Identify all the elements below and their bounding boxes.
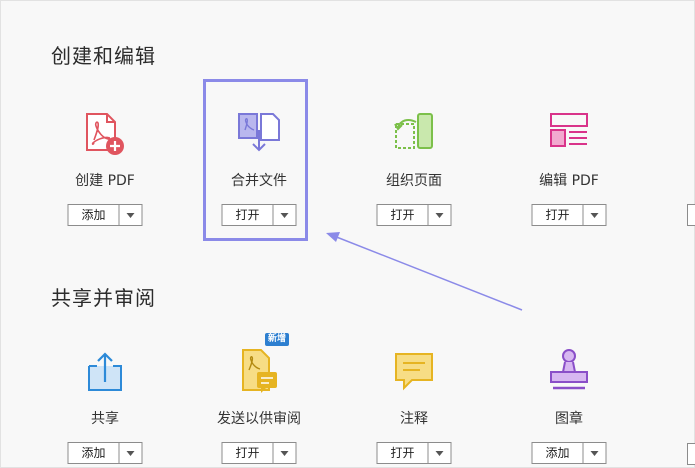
tool-label: 图章 (555, 411, 583, 427)
add-button[interactable]: 添加 (533, 443, 584, 463)
chevron-down-icon[interactable] (120, 443, 142, 463)
add-button[interactable]: 添加 (69, 443, 120, 463)
stamp-icon (545, 348, 593, 396)
chevron-down-icon[interactable] (429, 443, 451, 463)
tool-label: 共享 (91, 411, 119, 427)
tool-share[interactable]: 共享 添加 (45, 348, 165, 468)
chevron-down-icon[interactable] (274, 443, 296, 463)
comment-icon (390, 348, 438, 396)
section-title-share-review: 共享并审阅 (51, 286, 156, 310)
open-split-button[interactable]: 打开 (221, 442, 297, 464)
tool-send-for-review[interactable]: 新增 发送以供审阅 打开 (199, 333, 319, 468)
tool-comment[interactable]: 注释 打开 (354, 348, 474, 468)
add-split-button[interactable]: 添加 (531, 442, 607, 464)
send-review-icon (235, 348, 283, 396)
chevron-down-icon[interactable] (584, 443, 606, 463)
share-icon (81, 348, 129, 396)
new-badge: 新增 (265, 333, 290, 346)
open-split-button[interactable]: 打开 (376, 442, 452, 464)
tool-label: 注释 (400, 411, 428, 427)
offscreen-tool-button[interactable] (687, 443, 695, 465)
tool-stamp[interactable]: 图章 添加 (509, 348, 629, 468)
open-button[interactable]: 打开 (378, 443, 429, 463)
open-button[interactable]: 打开 (223, 443, 274, 463)
tool-label: 发送以供审阅 (217, 411, 301, 427)
add-split-button[interactable]: 添加 (67, 442, 143, 464)
